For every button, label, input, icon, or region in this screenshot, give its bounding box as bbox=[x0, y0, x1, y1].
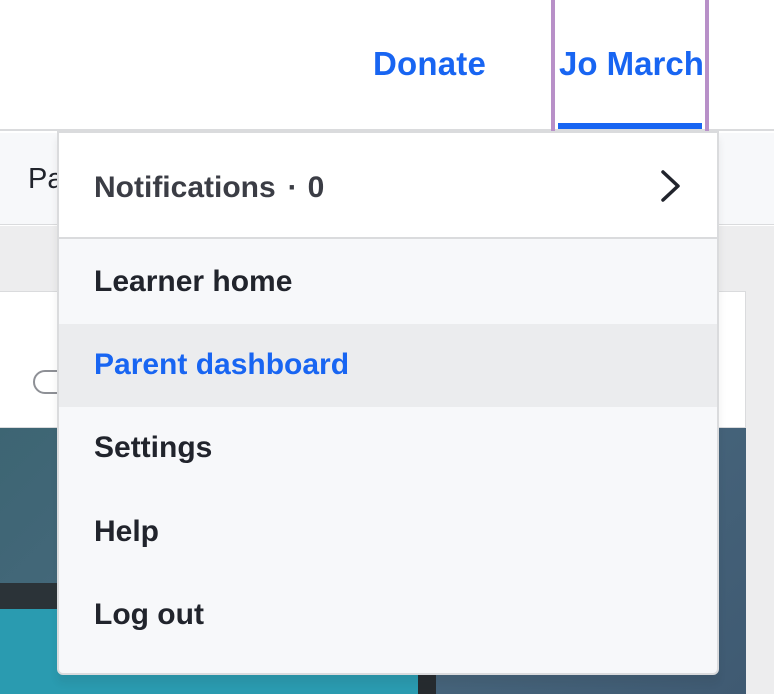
menu-item-label: Parent dashboard bbox=[94, 348, 350, 381]
menu-item-help[interactable]: Help bbox=[59, 491, 717, 574]
menu-item-label: Learner home bbox=[94, 265, 293, 298]
menu-item-learner-home[interactable]: Learner home bbox=[59, 241, 717, 324]
notifications-label: Notifications bbox=[94, 171, 276, 204]
notifications-item[interactable]: Notifications · 0 bbox=[59, 133, 717, 239]
donate-link[interactable]: Donate bbox=[373, 44, 486, 84]
user-name: Jo March bbox=[559, 45, 704, 82]
menu-item-label: Log out bbox=[94, 598, 204, 631]
menu-item-parent-dashboard[interactable]: Parent dashboard bbox=[59, 324, 717, 407]
notifications-separator: · bbox=[287, 171, 298, 204]
user-dropdown-menu: Notifications · 0 Learner home Parent dash… bbox=[57, 131, 719, 675]
user-menu-button[interactable]: Jo March bbox=[551, 0, 709, 131]
notifications-label-group: Notifications · 0 bbox=[94, 169, 324, 207]
menu-item-log-out[interactable]: Log out bbox=[59, 574, 717, 657]
menu-item-label: Settings bbox=[94, 431, 213, 464]
menu-item-label: Help bbox=[94, 515, 160, 548]
top-header: Donate Jo March bbox=[0, 0, 774, 131]
menu-item-settings[interactable]: Settings bbox=[59, 407, 717, 490]
active-underline bbox=[558, 123, 702, 129]
chevron-right-icon bbox=[661, 170, 680, 202]
notifications-count: 0 bbox=[307, 171, 325, 204]
